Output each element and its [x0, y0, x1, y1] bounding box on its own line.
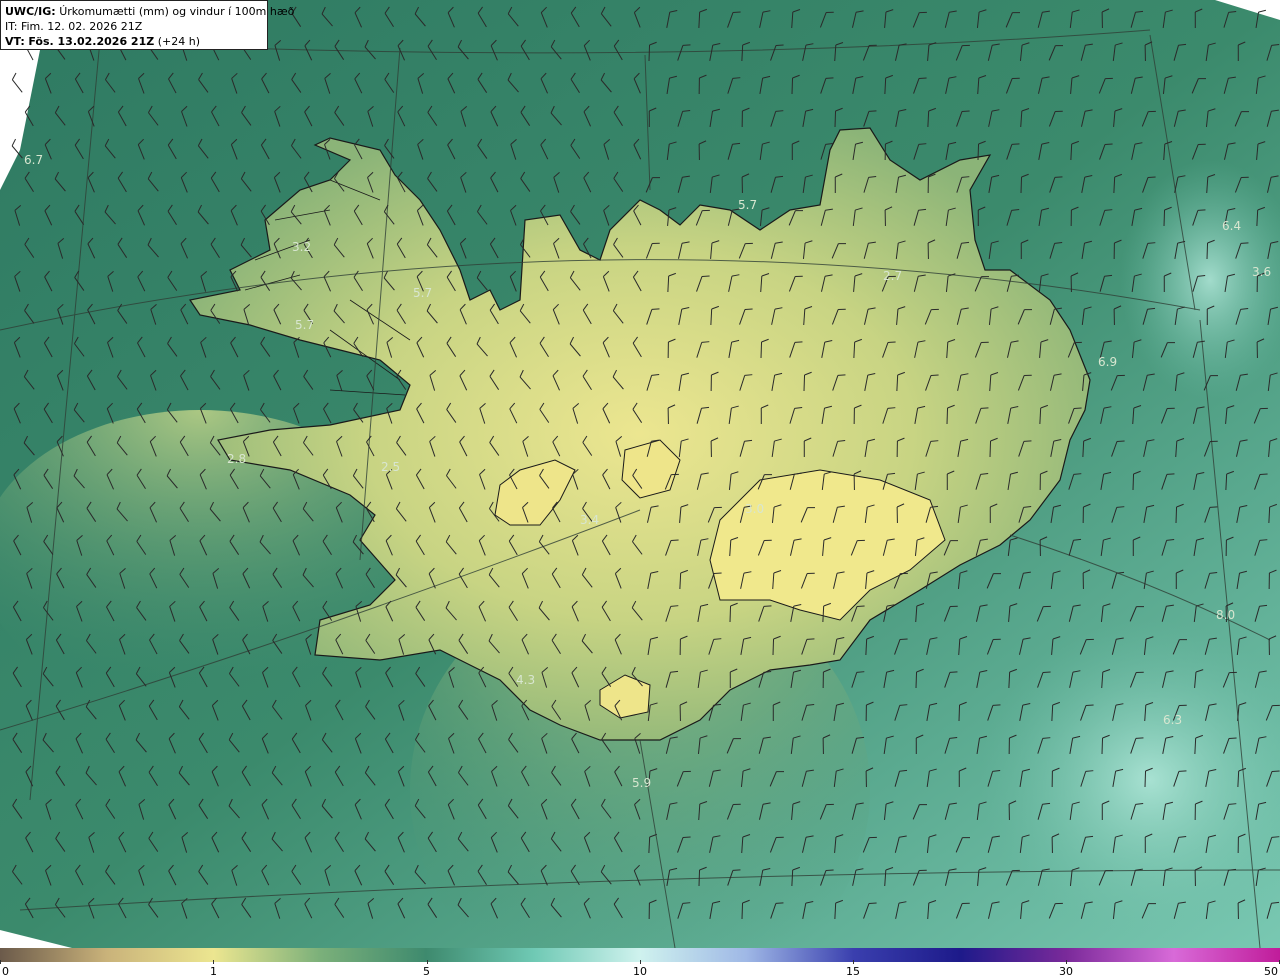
- colorbar-tick: 10: [633, 965, 647, 978]
- value-label: 5.7: [738, 198, 757, 212]
- value-label: 2.7: [883, 269, 902, 283]
- value-label: 6.4: [1222, 219, 1241, 233]
- colorbar-tick: 1: [210, 965, 217, 978]
- value-label: 5.7: [413, 286, 432, 300]
- value-label: 2.8: [227, 452, 246, 466]
- colorbar-tick: 5: [423, 965, 430, 978]
- product-code: UWC/IG:: [5, 5, 56, 18]
- header-title-row: UWC/IG: Úrkomumætti (mm) og vindur í 100…: [5, 4, 294, 19]
- map-header: UWC/IG: Úrkomumætti (mm) og vindur í 100…: [0, 0, 294, 50]
- colorbar-tick: 30: [1059, 965, 1073, 978]
- colorbar-tick: 50: [1264, 965, 1278, 978]
- valid-time: Fös. 13.02.2026 21Z: [28, 35, 155, 48]
- valid-prefix: VT:: [5, 35, 25, 48]
- value-label: 3.2: [292, 240, 311, 254]
- colorbar-tick: 0: [2, 965, 9, 978]
- value-label: 5.9: [632, 776, 651, 790]
- map-title: Úrkomumætti (mm) og vindur í 100m hæð: [59, 5, 295, 18]
- valid-time-row: VT: Fös. 13.02.2026 21Z (+24 h): [5, 34, 263, 49]
- value-label: 3.6: [1252, 265, 1271, 279]
- value-label: 6.9: [1098, 355, 1117, 369]
- value-label: 3.4: [580, 513, 599, 527]
- value-label: 2.5: [381, 460, 400, 474]
- value-label: 4.3: [516, 673, 535, 687]
- weather-map: 6.7 3.2 5.7 5.7 5.7 2.7 6.4 3.6 6.9 2.8 …: [0, 0, 1280, 948]
- value-label: 6.7: [24, 153, 43, 167]
- value-label: 6.3: [1163, 713, 1182, 727]
- colorbar-tick: 15: [846, 965, 860, 978]
- lead-time: (+24 h): [157, 35, 200, 48]
- colorbar: 0 1 5 10 15 30 50: [0, 948, 1280, 978]
- value-label: 3.0: [745, 502, 764, 516]
- value-label: 5.7: [295, 318, 314, 332]
- value-label: 8.0: [1216, 608, 1235, 622]
- init-time: IT: Fim. 12. 02. 2026 21Z: [5, 20, 143, 33]
